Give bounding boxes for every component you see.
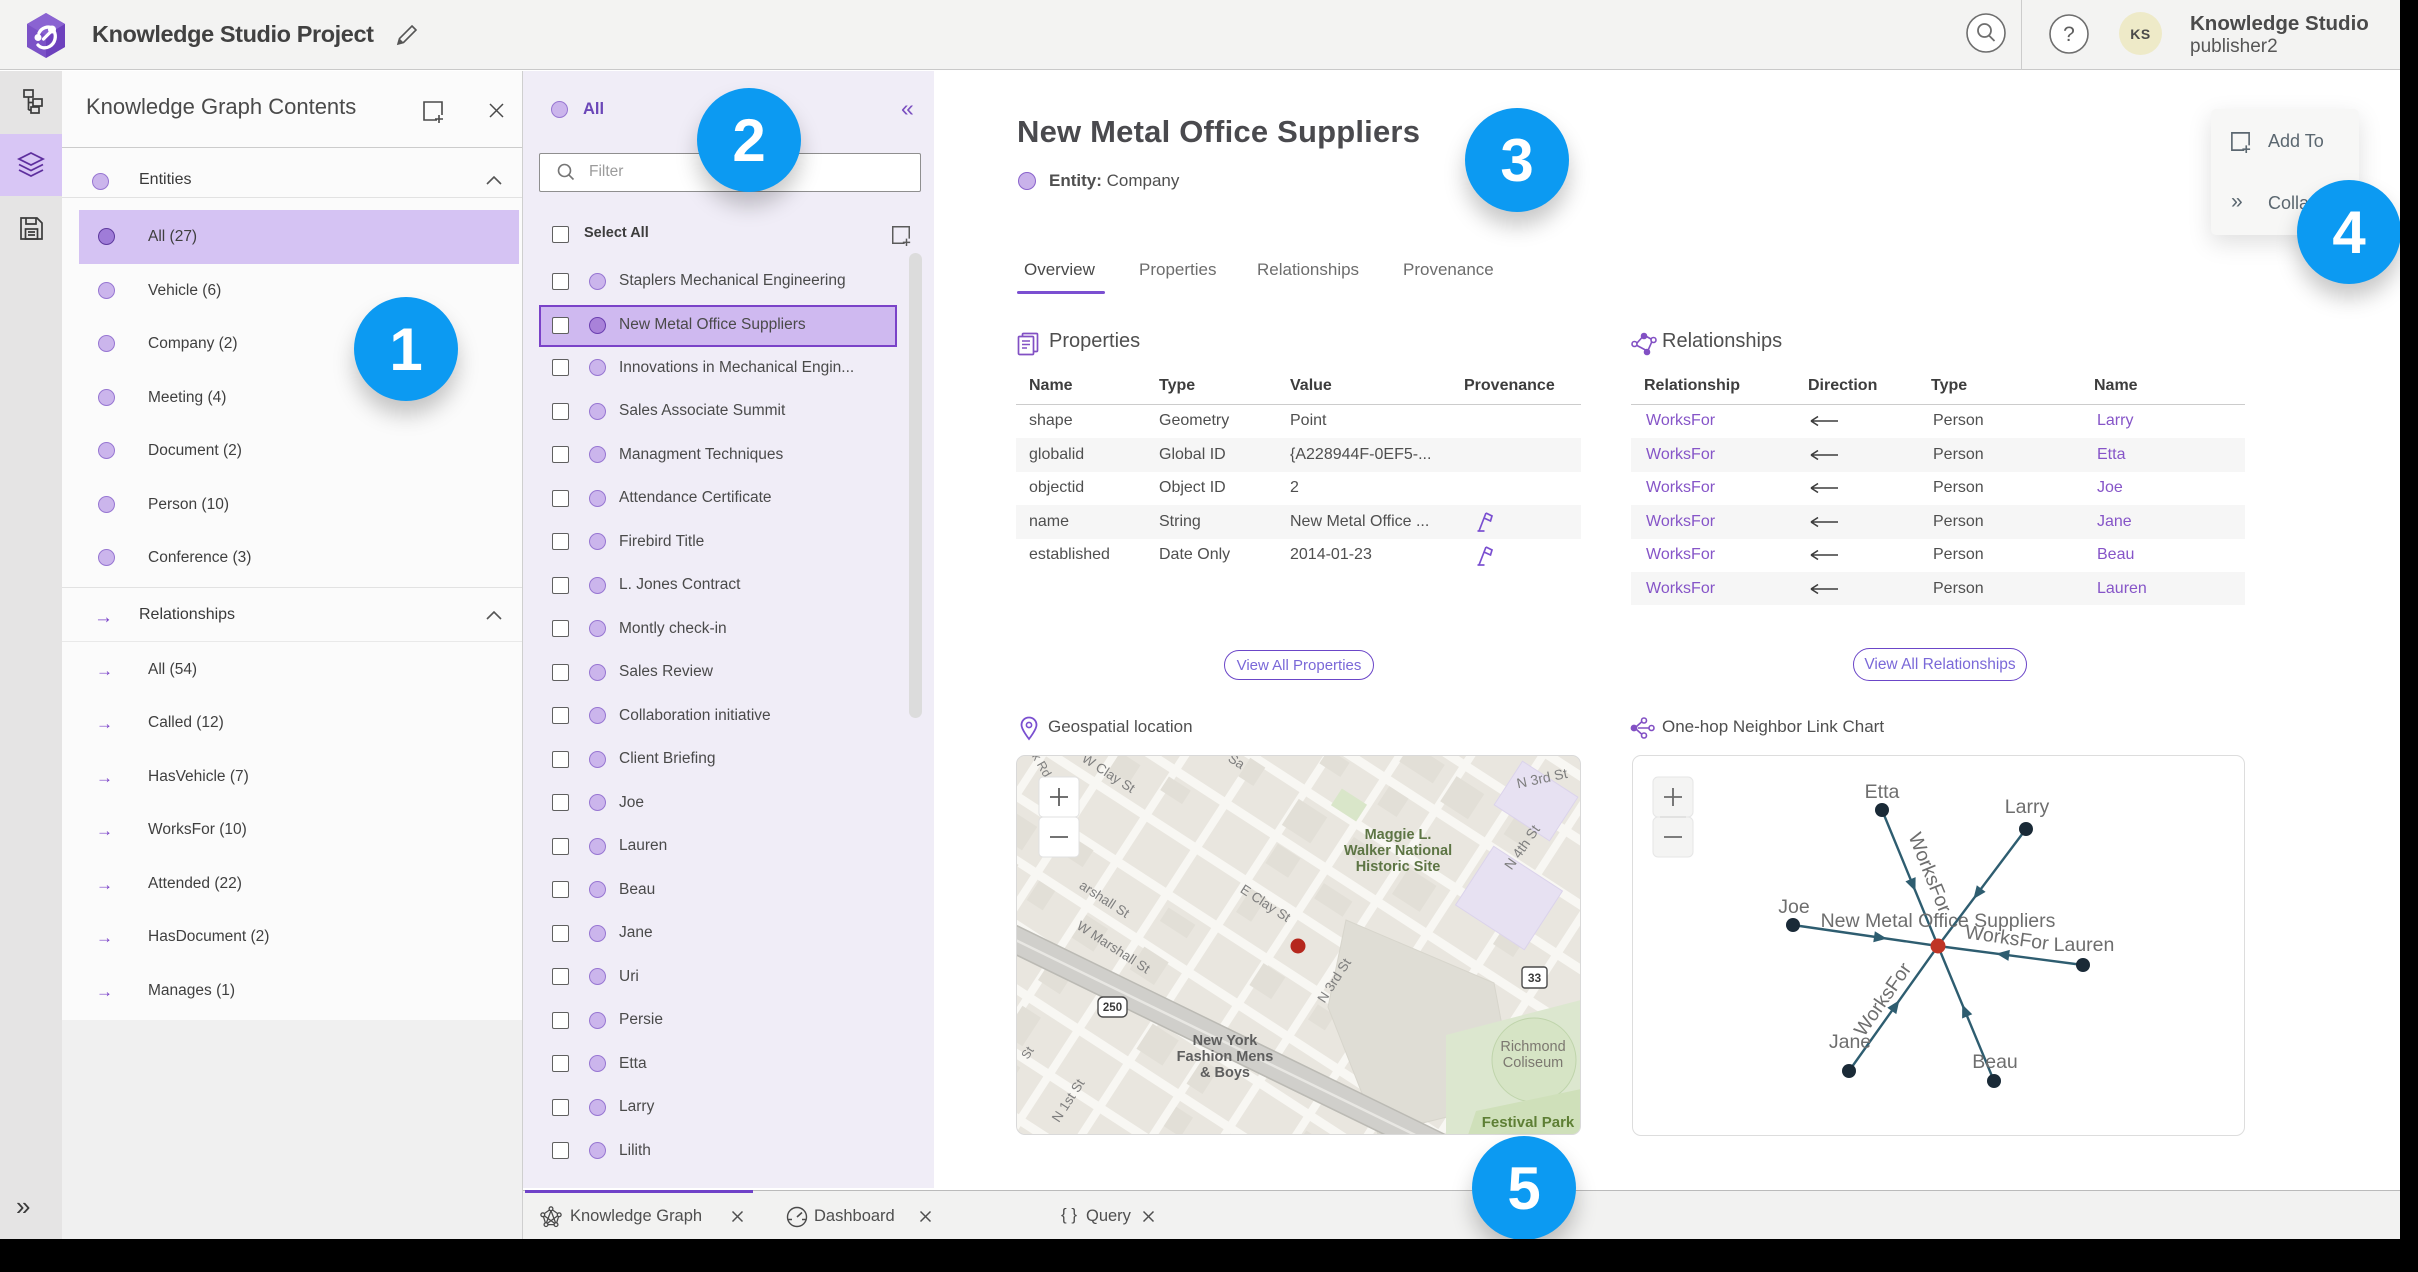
svg-text:Richmond: Richmond [1500, 1039, 1565, 1055]
svg-text:Fashion Mens: Fashion Mens [1177, 1049, 1274, 1065]
svg-text:250: 250 [1103, 1002, 1122, 1014]
svg-text:Historic Site: Historic Site [1356, 859, 1441, 875]
svg-text:Beau: Beau [1972, 1051, 2018, 1073]
svg-text:Larry: Larry [2005, 796, 2050, 818]
svg-text:Maggie L.: Maggie L. [1365, 827, 1432, 843]
svg-text:WorksFor: WorksFor [1904, 830, 1956, 917]
svg-text:Walker National: Walker National [1344, 843, 1452, 859]
svg-text:Joe: Joe [1778, 896, 1809, 918]
svg-text:33: 33 [1528, 971, 1542, 985]
svg-text:WorksFor: WorksFor [1850, 958, 1917, 1040]
svg-text:Etta: Etta [1865, 781, 1900, 803]
svg-text:Festival Park: Festival Park [1482, 1114, 1575, 1131]
svg-text:?: ? [2063, 23, 2075, 46]
svg-text:New York: New York [1193, 1033, 1259, 1049]
svg-text:Lauren: Lauren [2054, 934, 2115, 956]
svg-text:Coliseum: Coliseum [1503, 1055, 1563, 1071]
svg-text:& Boys: & Boys [1200, 1065, 1250, 1081]
